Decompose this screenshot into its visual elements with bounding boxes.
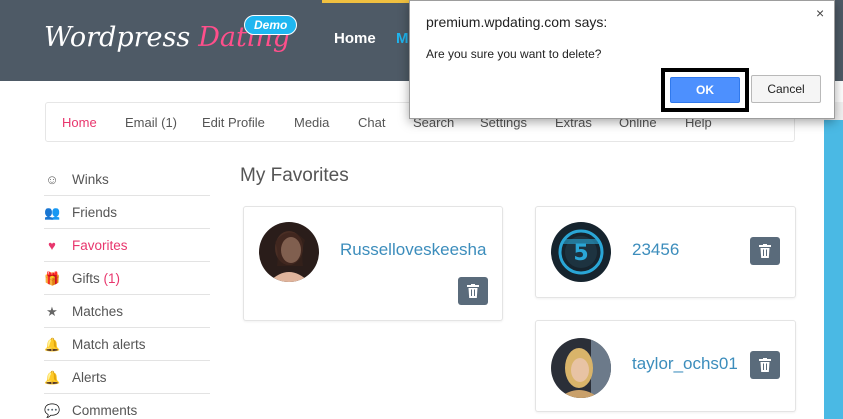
sidebar-item-match-alerts[interactable]: 🔔 Match alerts bbox=[44, 328, 210, 361]
cancel-button[interactable]: Cancel bbox=[751, 75, 821, 103]
sidebar-item-label: Matches bbox=[72, 304, 124, 319]
delete-favorite-button[interactable] bbox=[458, 277, 488, 305]
delete-favorite-button[interactable] bbox=[750, 351, 780, 379]
bell-icon: 🔔 bbox=[44, 337, 61, 352]
smile-icon: ☺ bbox=[45, 172, 59, 187]
favorite-name-link[interactable]: Russelloveskeesha bbox=[340, 240, 486, 260]
gifts-count-badge: (1) bbox=[103, 271, 121, 286]
users-icon: 👥 bbox=[44, 205, 61, 220]
heart-icon: ♥ bbox=[48, 238, 56, 253]
sidebar-item-matches[interactable]: ★ Matches bbox=[44, 295, 210, 328]
badge-avatar-5: 5 bbox=[551, 222, 611, 282]
subnav-home[interactable]: Home bbox=[62, 115, 97, 130]
subnav-email[interactable]: Email (1) bbox=[125, 115, 177, 130]
sidebar-item-gifts[interactable]: 🎁 Gifts (1) bbox=[44, 262, 210, 295]
sidebar-item-comments[interactable]: 💬 Comments bbox=[44, 394, 210, 419]
favorite-avatar[interactable] bbox=[551, 338, 611, 398]
comments-icon: 💬 bbox=[44, 403, 61, 418]
favorite-name-link[interactable]: taylor_ochs01 bbox=[632, 354, 738, 374]
subnav-media[interactable]: Media bbox=[294, 115, 329, 130]
page-title: My Favorites bbox=[240, 165, 349, 186]
photo-avatar-woman bbox=[259, 222, 319, 282]
sidebar-item-label: Match alerts bbox=[72, 337, 146, 352]
sidebar-item-alerts[interactable]: 🔔 Alerts bbox=[44, 361, 210, 394]
trash-icon bbox=[759, 358, 771, 372]
favorite-name-link[interactable]: 23456 bbox=[632, 240, 679, 260]
header-accent-strip bbox=[322, 0, 412, 3]
trash-icon bbox=[467, 284, 479, 298]
gift-icon: 🎁 bbox=[44, 271, 61, 286]
dialog-title: premium.wpdating.com says: bbox=[426, 14, 608, 30]
favorite-avatar[interactable]: 5 bbox=[551, 222, 611, 282]
sidebar-item-friends[interactable]: 👥 Friends bbox=[44, 196, 210, 229]
sidebar-item-label: Alerts bbox=[72, 370, 107, 385]
sidebar-item-label: Winks bbox=[72, 172, 109, 187]
logo-word-wordpress: Wordpress bbox=[44, 22, 191, 53]
sidebar-item-label: Favorites bbox=[72, 238, 128, 253]
favorite-card: Russelloveskeesha bbox=[243, 206, 503, 321]
sidebar-item-label: Friends bbox=[72, 205, 118, 220]
svg-text:5: 5 bbox=[573, 241, 588, 266]
right-edge-panel bbox=[824, 120, 843, 419]
close-icon[interactable]: × bbox=[816, 5, 824, 21]
trash-icon bbox=[759, 244, 771, 258]
subnav-chat[interactable]: Chat bbox=[358, 115, 385, 130]
delete-favorite-button[interactable] bbox=[750, 237, 780, 265]
sidebar-gifts-text: Gifts bbox=[72, 271, 100, 286]
sidebar-item-winks[interactable]: ☺ Winks bbox=[44, 163, 210, 196]
top-nav-home[interactable]: Home bbox=[334, 30, 376, 47]
star-icon: ★ bbox=[46, 304, 58, 319]
ok-button[interactable]: OK bbox=[670, 77, 740, 103]
photo-avatar-blonde bbox=[551, 338, 611, 398]
favorite-card: 5 23456 bbox=[535, 206, 796, 298]
ok-button-highlight: OK bbox=[661, 68, 749, 112]
dialog-message: Are you sure you want to delete? bbox=[426, 47, 602, 61]
confirm-dialog: premium.wpdating.com says: × Are you sur… bbox=[409, 0, 835, 119]
favorite-avatar[interactable] bbox=[259, 222, 319, 282]
bell-icon: 🔔 bbox=[44, 370, 61, 385]
top-nav-partial-item[interactable]: M bbox=[396, 30, 409, 47]
sidebar-item-label: Comments bbox=[72, 403, 138, 418]
sidebar-item-label: Gifts (1) bbox=[72, 271, 120, 286]
subnav-edit-profile[interactable]: Edit Profile bbox=[202, 115, 265, 130]
demo-badge: Demo bbox=[244, 15, 298, 35]
sidebar-item-favorites[interactable]: ♥ Favorites bbox=[44, 229, 210, 262]
favorite-card: taylor_ochs01 bbox=[535, 320, 796, 412]
